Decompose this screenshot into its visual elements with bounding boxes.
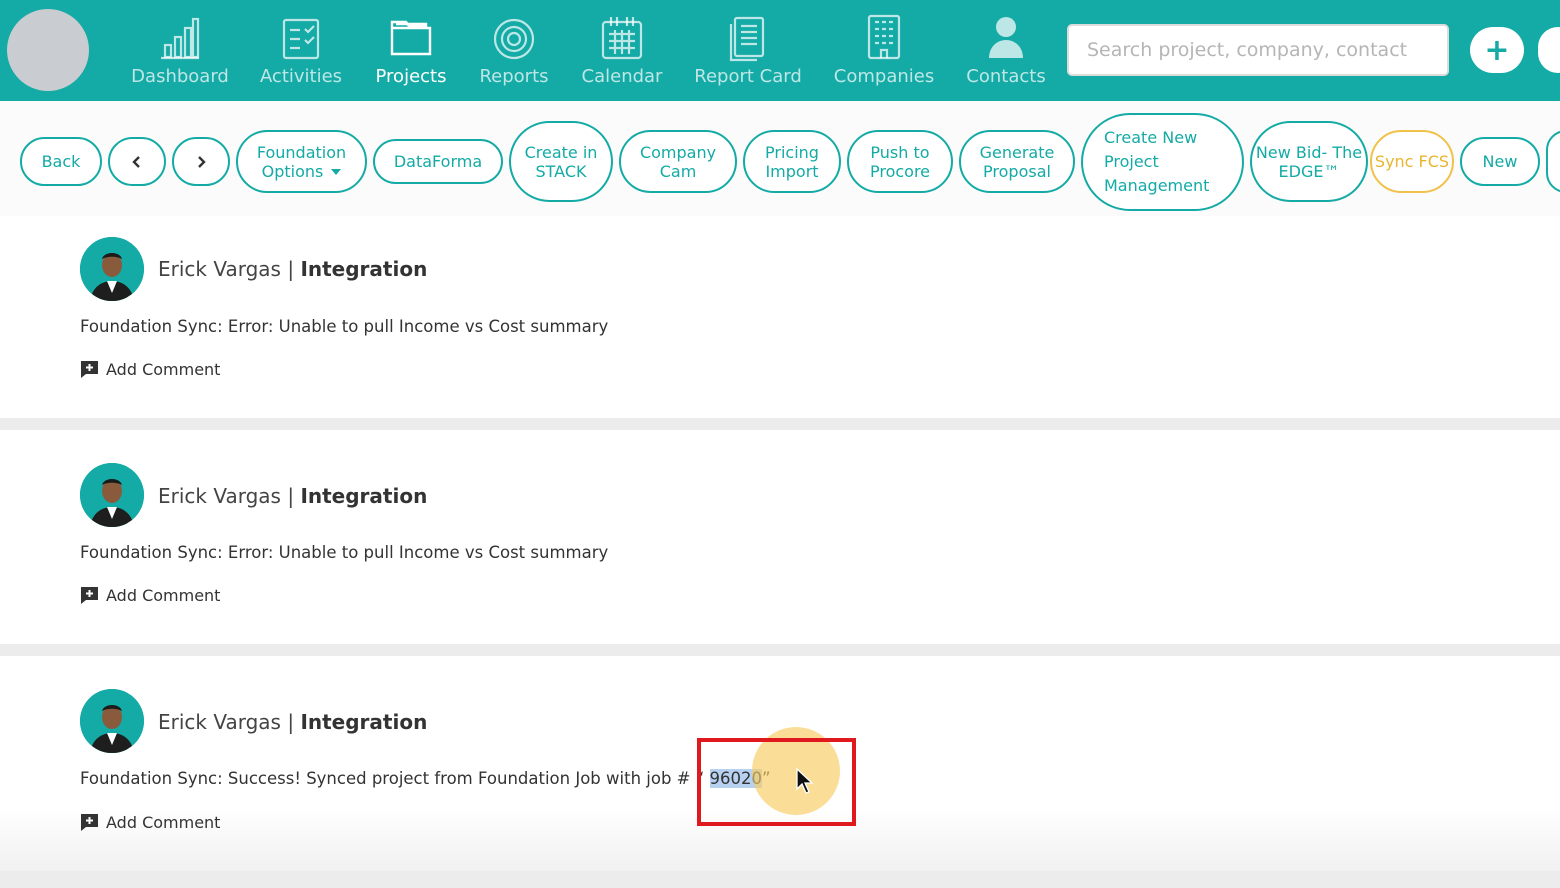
nav-reports[interactable]: Reports: [478, 12, 550, 92]
back-button[interactable]: Back: [20, 137, 102, 186]
nav-label: Report Card: [694, 66, 802, 87]
add-comment-link[interactable]: Add Comment: [80, 586, 220, 605]
push-to-procore-button[interactable]: Push to Procore: [847, 130, 953, 193]
previous-button[interactable]: [108, 137, 166, 186]
author-role: Integration: [300, 710, 428, 734]
nav-label: Companies: [833, 66, 935, 87]
new-bid-edge-button[interactable]: New Bid- The EDGE™: [1250, 121, 1368, 202]
caret-down-icon: [331, 169, 342, 175]
activity-card: Erick Vargas | Integration Foundation Sy…: [0, 430, 1560, 644]
nav-calendar[interactable]: Calendar: [581, 12, 663, 92]
author-role: Integration: [300, 257, 428, 281]
document-icon: [729, 16, 765, 62]
activity-message: Foundation Sync: Success! Synced project…: [80, 769, 771, 788]
add-button[interactable]: +: [1470, 27, 1524, 73]
folder-icon: [390, 20, 432, 56]
new-button[interactable]: New: [1460, 137, 1540, 186]
chevron-left-icon: [132, 155, 140, 168]
create-new-project-management-button[interactable]: Create New Project Management: [1081, 113, 1244, 211]
nav-label: Activities: [259, 66, 343, 87]
overflow-button[interactable]: [1546, 130, 1560, 193]
author-avatar: [80, 237, 144, 301]
add-comment-link[interactable]: Add Comment: [80, 813, 220, 832]
comment-plus-icon: [81, 587, 98, 604]
message-text: Foundation Sync: Success! Synced project…: [80, 769, 710, 788]
nav-companies[interactable]: Companies: [833, 12, 935, 92]
author-line: Erick Vargas | Integration: [158, 484, 428, 508]
foundation-options-dropdown[interactable]: Foundation Options: [236, 130, 367, 193]
checklist-icon: [282, 18, 320, 60]
generate-proposal-button[interactable]: Generate Proposal: [959, 130, 1075, 193]
nav-contacts[interactable]: Contacts: [964, 12, 1048, 92]
calendar-icon: [601, 17, 643, 60]
nav-activities[interactable]: Activities: [259, 12, 343, 92]
sync-fcs-button[interactable]: Sync FCS: [1370, 130, 1454, 193]
nav-label: Contacts: [966, 66, 1046, 87]
nav-label: Calendar: [581, 66, 663, 87]
add-comment-label: Add Comment: [106, 813, 221, 832]
author-avatar: [80, 689, 144, 753]
company-cam-button[interactable]: Company Cam: [619, 130, 737, 193]
nav-report-card[interactable]: Report Card: [693, 12, 803, 92]
activity-message: Foundation Sync: Error: Unable to pull I…: [80, 317, 609, 336]
activity-card: Erick Vargas | Integration Foundation Sy…: [0, 216, 1560, 418]
author-avatar: [80, 463, 144, 527]
author-line: Erick Vargas | Integration: [158, 257, 428, 281]
author-name: Erick Vargas: [158, 710, 281, 734]
nav-label: Reports: [479, 66, 549, 87]
dataforma-button[interactable]: DataForma: [373, 139, 503, 184]
author-line: Erick Vargas | Integration: [158, 710, 428, 734]
add-comment-label: Add Comment: [106, 360, 221, 379]
building-icon: [867, 14, 901, 60]
user-avatar[interactable]: [7, 9, 89, 91]
nav-projects[interactable]: Projects: [373, 12, 449, 92]
top-nav: Dashboard Activities Projects Reports Ca…: [0, 0, 1560, 101]
highlight-box: [697, 738, 856, 826]
create-in-stack-button[interactable]: Create in STACK: [509, 121, 613, 202]
search-input[interactable]: [1067, 24, 1449, 76]
activity-message: Foundation Sync: Error: Unable to pull I…: [80, 543, 609, 562]
cursor-arrow-icon: [796, 768, 814, 794]
next-button[interactable]: [172, 137, 230, 186]
person-icon: [989, 17, 1023, 58]
project-toolbar: Back Foundation Options DataForma Create…: [0, 101, 1560, 216]
comment-plus-icon: [81, 814, 98, 831]
pricing-import-button[interactable]: Pricing Import: [743, 130, 841, 193]
chevron-right-icon: [198, 155, 206, 168]
author-name: Erick Vargas: [158, 484, 281, 508]
target-icon: [493, 18, 535, 60]
author-role: Integration: [300, 484, 428, 508]
bar-chart-icon: [161, 17, 200, 60]
nav-label: Dashboard: [131, 66, 229, 87]
comment-plus-icon: [81, 361, 98, 378]
author-name: Erick Vargas: [158, 257, 281, 281]
nav-dashboard[interactable]: Dashboard: [131, 12, 229, 92]
add-comment-label: Add Comment: [106, 586, 221, 605]
notifications-button[interactable]: [1538, 27, 1560, 73]
nav-label: Projects: [375, 66, 447, 87]
add-comment-link[interactable]: Add Comment: [80, 360, 220, 379]
